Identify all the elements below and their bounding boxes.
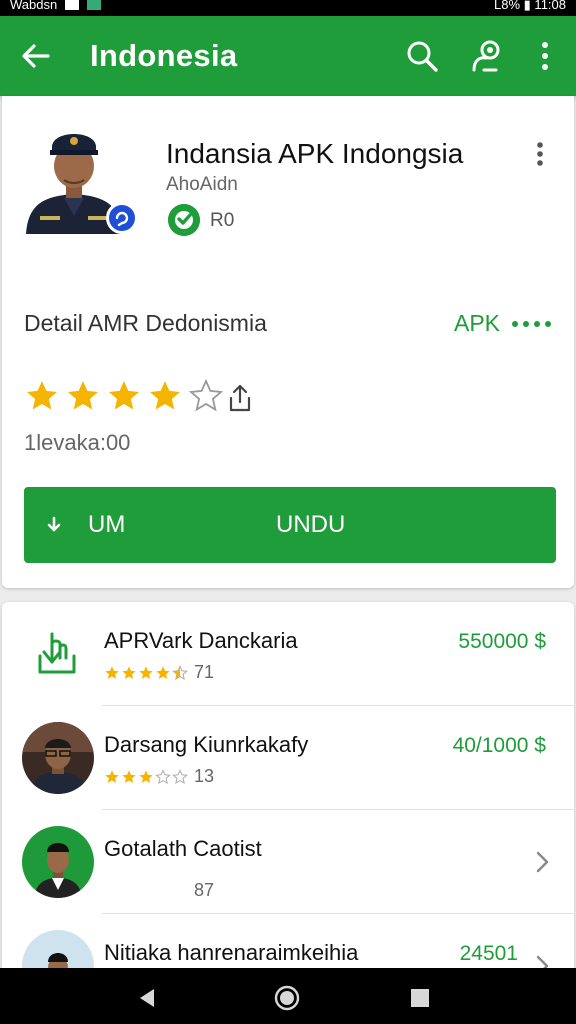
- star-icon: [105, 769, 119, 783]
- star-outline-icon: [188, 378, 224, 412]
- account-icon[interactable]: [466, 36, 506, 76]
- star-outline-icon: [172, 768, 188, 784]
- nav-back-icon[interactable]: [134, 984, 162, 1012]
- detail-label: Detail AMR Dedonismia: [24, 310, 267, 336]
- install-button[interactable]: UM UNDU: [24, 487, 556, 563]
- list-item-rating: 71: [104, 662, 214, 683]
- star-outline-icon: [155, 768, 171, 784]
- more-vert-icon[interactable]: [532, 140, 548, 168]
- list-item[interactable]: APRVark Danckaria 71 550000 $: [2, 602, 574, 706]
- nav-home-icon[interactable]: [273, 984, 301, 1012]
- chevron-right-icon[interactable]: [534, 850, 550, 874]
- page-title: Indonesia: [90, 38, 238, 73]
- notification-icon: [87, 0, 102, 10]
- list-item-name: APRVark Danckaria: [104, 628, 298, 653]
- list-item-rating: 13: [104, 766, 214, 787]
- list-item[interactable]: Darsang Kiunrkakafy 13 40/1000 $: [2, 706, 574, 810]
- download-icon: [47, 516, 61, 532]
- more-vert-icon[interactable]: [530, 38, 560, 74]
- more-horiz-icon: [512, 320, 552, 327]
- list-item-name: Darsang Kiunrkakafy: [104, 732, 309, 757]
- download-count: 1levaka:00: [24, 430, 131, 455]
- system-nav-bar: [0, 968, 576, 1024]
- list-item[interactable]: Gotalath Caotist 87: [2, 810, 574, 914]
- nav-recents-icon[interactable]: [406, 984, 434, 1012]
- list-item-name: Nitiaka hanrenaraimkeihia: [104, 940, 359, 965]
- touch-app-icon: [22, 618, 94, 690]
- star-half-icon: [172, 664, 188, 680]
- star-icon: [109, 381, 139, 410]
- star-icon: [122, 665, 136, 679]
- list-item-name: Gotalath Caotist: [104, 836, 262, 861]
- search-icon[interactable]: [404, 38, 440, 74]
- notification-icon: [65, 0, 80, 10]
- arrow-back-icon[interactable]: [18, 38, 54, 74]
- rating-count: 13: [194, 766, 215, 786]
- list-item-subtitle: 87: [194, 880, 215, 900]
- content-rating-label: R0: [210, 210, 235, 231]
- avatar: [22, 826, 94, 898]
- app-detail-card: Indansia APK Indongsia AhoAidn R0 Detail…: [2, 96, 574, 588]
- rating-stars: [104, 664, 188, 681]
- star-icon: [68, 381, 98, 410]
- share-icon[interactable]: [226, 382, 254, 414]
- star-icon: [27, 381, 57, 410]
- apk-more-link[interactable]: APK: [454, 310, 552, 337]
- status-bar: Wabdsn L8% ▮ 11:08: [0, 0, 576, 16]
- rating-stars[interactable]: [24, 378, 224, 414]
- related-apps-list: APRVark Danckaria 71 550000 $ Darsang Ki…: [2, 602, 574, 982]
- status-right-text: L8% ▮ 11:08: [494, 0, 566, 12]
- install-left-label: UM: [88, 511, 126, 538]
- app-name: Indansia APK Indongsia: [166, 138, 464, 169]
- status-left-text: Wabdsn: [10, 0, 58, 12]
- list-item-price: 550000 $: [458, 630, 546, 653]
- app-bar: Indonesia: [0, 16, 576, 96]
- star-icon: [139, 769, 153, 783]
- list-item-price: 24501: [459, 942, 518, 965]
- avatar: [22, 722, 94, 794]
- star-icon: [105, 665, 119, 679]
- developer-name[interactable]: AhoAidn: [166, 174, 238, 196]
- star-icon: [156, 665, 170, 679]
- star-icon: [150, 381, 180, 410]
- list-item-price: 40/1000 $: [452, 734, 546, 757]
- rating-count: 71: [194, 662, 215, 682]
- content-rating-icon: [168, 204, 200, 236]
- verified-badge-icon: [106, 202, 138, 234]
- star-icon: [139, 665, 153, 679]
- apk-label: APK: [454, 310, 501, 336]
- install-right-label: UNDU: [276, 511, 346, 538]
- rating-stars: [104, 768, 188, 785]
- star-icon: [122, 769, 136, 783]
